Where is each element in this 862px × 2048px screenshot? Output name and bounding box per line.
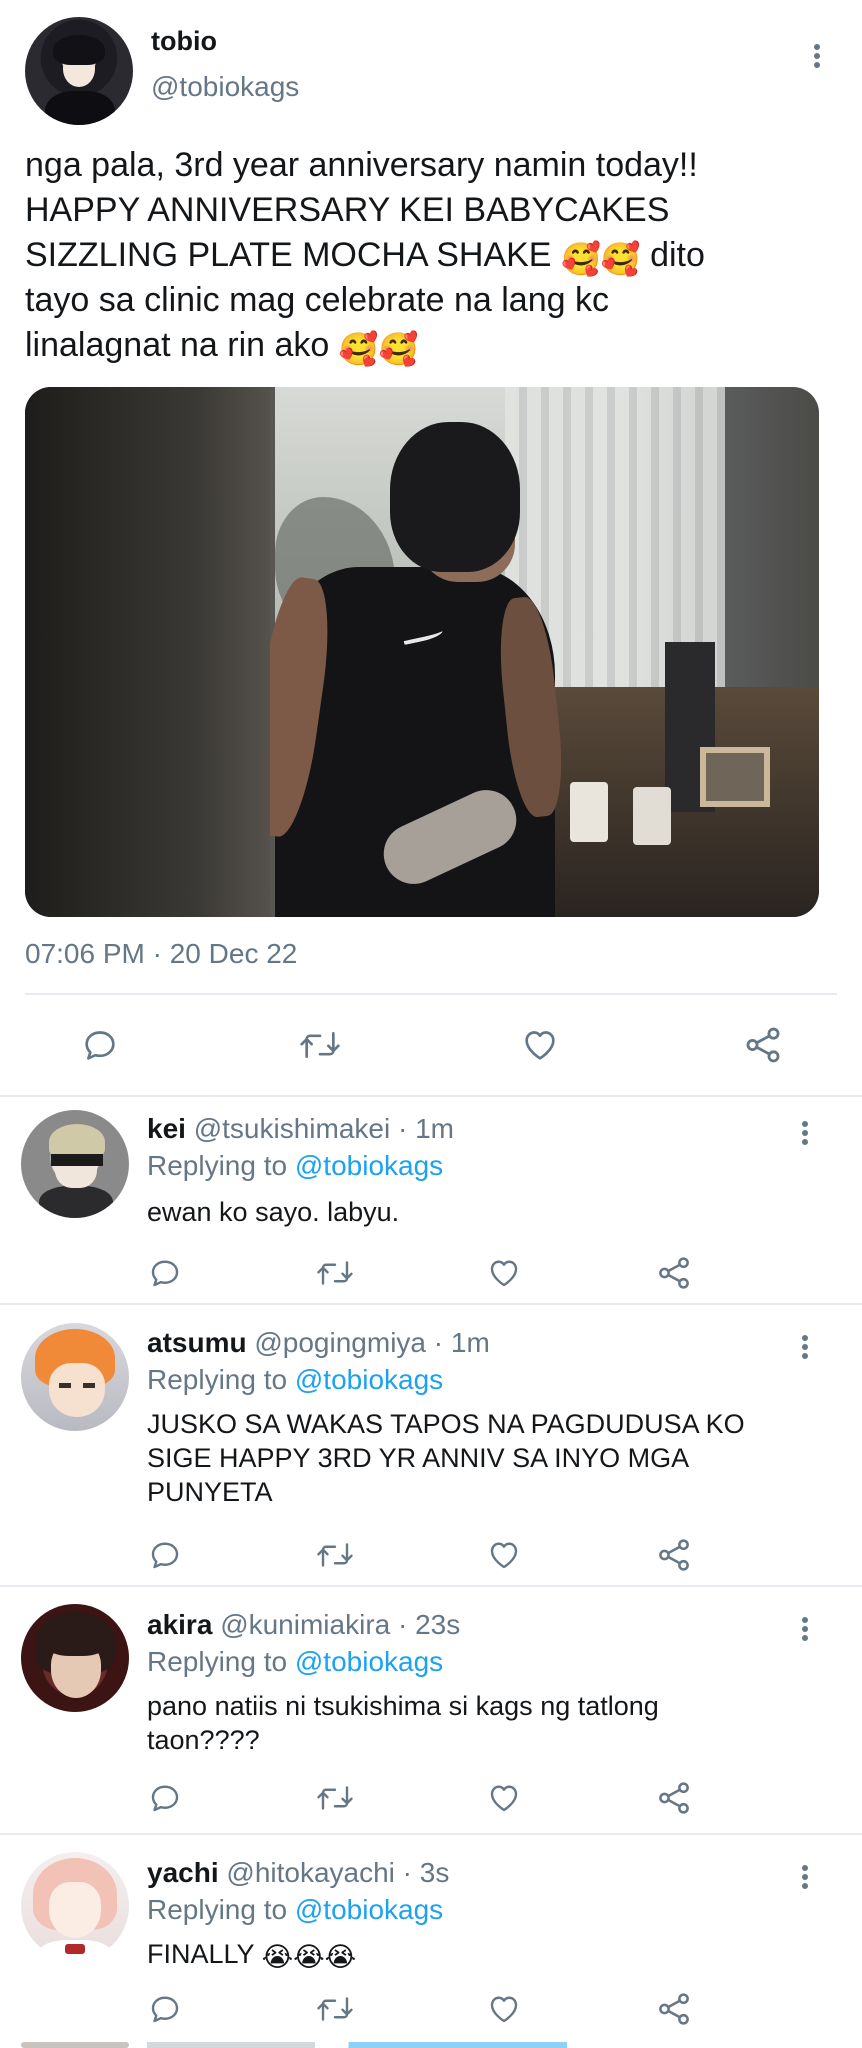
reply-text: ewan ko sayo. labyu. [147,1197,400,1227]
avatar[interactable] [25,17,133,125]
author-name[interactable]: atsumu [147,1327,247,1358]
heart-icon [525,1031,555,1060]
reply-header [147,2042,567,2048]
replying-to: Replying to @tobiokags [147,1150,444,1181]
retweet-icon [317,1997,353,2021]
author-handle[interactable]: @hitokayachi [226,1857,395,1888]
avatar[interactable] [21,2042,129,2048]
reply-tweet[interactable]: atsumu @pogingmiya · 1m Replying to @tob… [0,1305,862,1585]
retweet-icon [317,1786,353,1810]
heart-icon [490,1260,518,1287]
reply-time: · 23s [390,1609,461,1640]
more-options-icon[interactable] [793,1609,817,1649]
reply-icon [151,1542,179,1569]
mention-link[interactable]: @tobiokags [295,1364,443,1395]
author-name[interactable]: tobio [151,26,217,57]
mention-link[interactable]: @tobiokags [295,1894,443,1925]
retweet-button[interactable] [295,1020,345,1070]
more-options-icon[interactable] [793,1113,817,1153]
loudly-crying-emoji: 😭😭😭 [261,1942,357,1973]
share-icon [659,1782,689,1814]
more-options-icon[interactable] [805,36,829,76]
reply-button[interactable] [142,1532,188,1578]
author-name[interactable]: yachi [147,1857,219,1888]
share-button[interactable] [738,1020,788,1070]
avatar[interactable] [21,1604,129,1712]
more-options-icon[interactable] [793,1327,817,1367]
reply-icon [85,1031,115,1060]
reply-tweet[interactable]: akira @kunimiakira · 23s Replying to @to… [0,1587,862,1833]
reply-header: yachi @hitokayachi · 3s [147,1857,449,1889]
reply-header: kei @tsukishimakei · 1m [147,1113,454,1145]
author-name[interactable]: akira [147,1609,212,1640]
author-handle[interactable]: @kunimiakira [220,1609,390,1640]
reply-tweet-partial[interactable] [0,2040,862,2048]
like-button[interactable] [481,1775,527,1821]
like-button[interactable] [481,1986,527,2032]
share-icon [659,1539,689,1571]
like-button[interactable] [515,1020,565,1070]
heart-icon [490,1542,518,1569]
share-icon [659,1993,689,2025]
reply-tweet[interactable]: yachi @hitokayachi · 3s Replying to @tob… [0,1835,862,2040]
reply-icon [151,1996,179,2023]
retweet-button[interactable] [312,1250,358,1296]
more-options-icon[interactable] [793,1857,817,1897]
like-button[interactable] [481,1532,527,1578]
like-button[interactable] [481,1250,527,1296]
reply-button[interactable] [75,1020,125,1070]
replying-to: Replying to @tobiokags [147,1364,444,1395]
reply-text: FINALLY 😭😭😭 [147,1939,357,1973]
author-handle[interactable]: @pogingmiya [254,1327,426,1358]
reply-time: · 1m [390,1113,454,1144]
reply-icon [151,1785,179,1812]
reply-header: akira @kunimiakira · 23s [147,1609,460,1641]
retweet-icon [300,1032,340,1058]
main-tweet: tobio @tobiokags nga pala, 3rd year anni… [0,0,862,1095]
author-name[interactable]: kei [147,1113,186,1144]
tweet-timestamp[interactable]: 07:06 PM · 20 Dec 22 [25,938,297,970]
retweet-button[interactable] [312,1775,358,1821]
share-button[interactable] [651,1775,697,1821]
retweet-icon [317,1261,353,1285]
avatar[interactable] [21,1852,129,1960]
smiling-face-hearts-emoji: 🥰🥰 [560,240,641,278]
reply-text: pano natiis ni tsukishima si kags ng tat… [147,1691,659,1755]
reply-button[interactable] [142,1986,188,2032]
replying-to: Replying to @tobiokags [147,1894,444,1925]
retweet-button[interactable] [312,1532,358,1578]
retweet-icon [317,1543,353,1567]
reply-icon [151,1260,179,1287]
avatar[interactable] [21,1110,129,1218]
share-button[interactable] [651,1532,697,1578]
tweet-photo[interactable] [25,387,819,917]
avatar[interactable] [21,1323,129,1431]
reply-time: · 1m [425,1327,490,1358]
reply-time: · 3s [394,1857,450,1888]
reply-text: JUSKO SA WAKAS TAPOS NA PAGDUDUSA KO SIG… [147,1409,745,1507]
author-handle[interactable]: @tobiokags [151,71,299,103]
share-button[interactable] [651,1250,697,1296]
reply-button[interactable] [142,1250,188,1296]
smiling-face-hearts-emoji: 🥰🥰 [338,330,419,368]
tweet-text: nga pala, 3rd year anniversary namin tod… [25,146,705,368]
reply-tweet[interactable]: kei @tsukishimakei · 1m Replying to @tob… [0,1097,862,1303]
mention-link[interactable]: @tobiokags [295,1646,443,1677]
mention-link[interactable]: @tobiokags [295,1150,443,1181]
author-handle[interactable]: @tsukishimakei [194,1113,390,1144]
reply-button[interactable] [142,1775,188,1821]
reply-header: atsumu @pogingmiya · 1m [147,1327,490,1359]
retweet-button[interactable] [312,1986,358,2032]
share-icon [659,1257,689,1289]
divider [25,993,837,995]
share-button[interactable] [651,1986,697,2032]
heart-icon [490,1996,518,2023]
heart-icon [490,1785,518,1812]
share-icon [746,1027,780,1063]
replying-to: Replying to @tobiokags [147,1646,444,1677]
